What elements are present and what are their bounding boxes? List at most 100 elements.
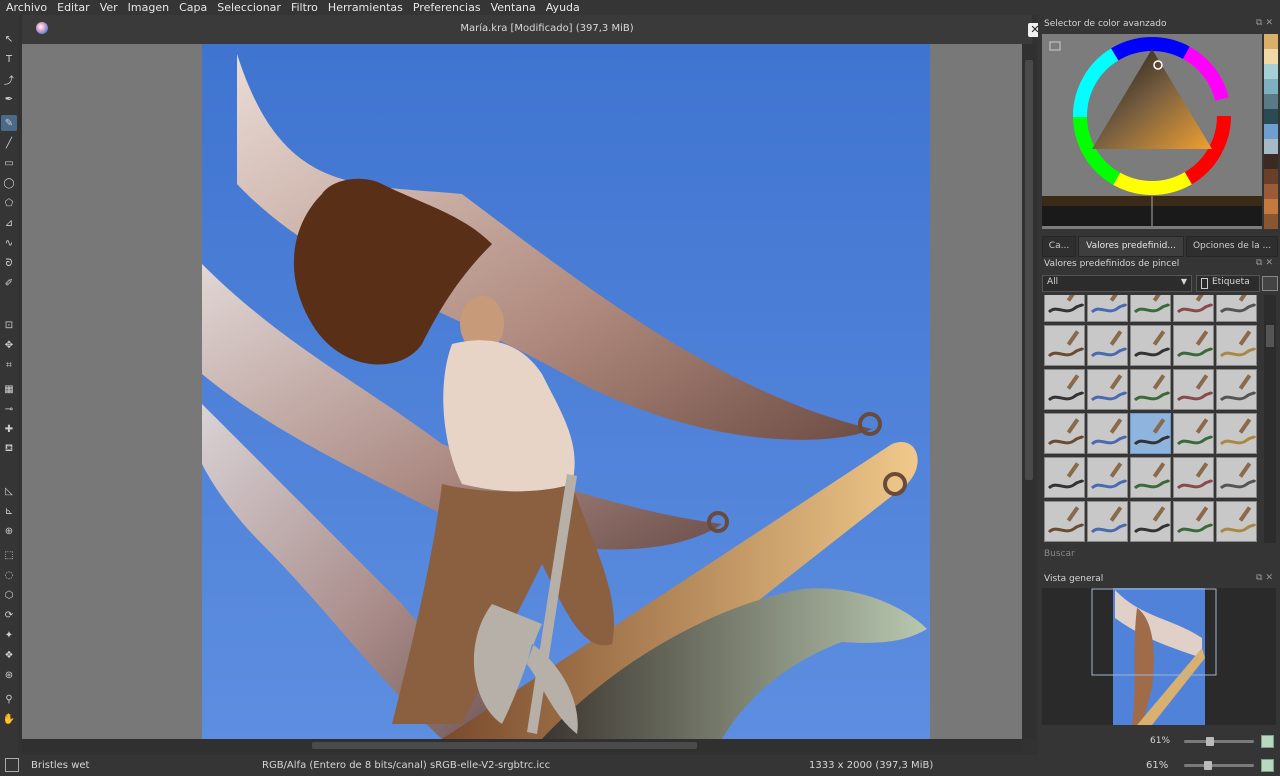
dock-tab-0[interactable]: Ca... bbox=[1042, 236, 1076, 257]
freehand-brush-icon[interactable]: ✎ bbox=[1, 115, 17, 131]
vertical-scrollbar[interactable] bbox=[1022, 44, 1036, 739]
vertical-scroll-thumb[interactable] bbox=[1025, 60, 1033, 480]
brush-preset[interactable] bbox=[1087, 413, 1128, 454]
color-swatch[interactable] bbox=[1264, 199, 1278, 214]
brush-preset[interactable] bbox=[1173, 501, 1214, 542]
bezier-select-icon[interactable]: ⊛ bbox=[1, 667, 17, 683]
brush-preset[interactable] bbox=[1130, 369, 1171, 410]
smart-patch-icon[interactable]: ✚ bbox=[1, 421, 17, 437]
canvas-area[interactable] bbox=[22, 44, 1022, 739]
panel-float-close-icons[interactable]: ⧉✕ bbox=[1256, 18, 1276, 28]
preset-view-settings-icon[interactable] bbox=[1262, 276, 1278, 291]
freehand-path-icon[interactable]: ᘐ bbox=[1, 255, 17, 271]
color-swatch[interactable] bbox=[1264, 49, 1278, 64]
transform-icon[interactable]: ⊡ bbox=[1, 317, 17, 333]
rectangle-icon[interactable]: ▭ bbox=[1, 155, 17, 171]
overview-panel-controls[interactable]: ⧉✕ bbox=[1256, 573, 1276, 583]
brush-preset[interactable] bbox=[1173, 295, 1214, 322]
pan-icon[interactable]: ✋ bbox=[1, 711, 17, 727]
color-swatch[interactable] bbox=[1264, 169, 1278, 184]
preset-scroll-thumb[interactable] bbox=[1266, 325, 1274, 347]
brush-preset[interactable] bbox=[1087, 295, 1128, 322]
polygon-select-icon[interactable]: ⬡ bbox=[1, 587, 17, 603]
line-icon[interactable]: ╱ bbox=[1, 135, 17, 151]
brush-preset[interactable] bbox=[1216, 325, 1257, 366]
color-swatch[interactable] bbox=[1264, 154, 1278, 169]
color-swatch[interactable] bbox=[1264, 109, 1278, 124]
brush-preset[interactable] bbox=[1044, 295, 1085, 322]
dynamic-brush-icon[interactable]: ✐ bbox=[1, 275, 17, 291]
preset-filter-dropdown[interactable]: All ▼ bbox=[1042, 275, 1192, 292]
crop-icon[interactable]: ⌗ bbox=[1, 357, 17, 373]
tag-dropdown[interactable]: Etiqueta bbox=[1196, 275, 1260, 292]
artwork-canvas[interactable] bbox=[22, 44, 1022, 739]
menu-editar[interactable]: Editar bbox=[52, 0, 95, 15]
polygon-icon[interactable]: ⬠ bbox=[1, 195, 17, 211]
zoom-slider[interactable] bbox=[1184, 761, 1254, 770]
dock-zoom-knob[interactable] bbox=[1206, 737, 1214, 746]
color-selector-area[interactable] bbox=[1042, 34, 1262, 229]
brush-preset[interactable] bbox=[1130, 501, 1171, 542]
brush-preset[interactable] bbox=[1130, 325, 1171, 366]
brush-preset[interactable] bbox=[1216, 457, 1257, 498]
polyline-icon[interactable]: ⊿ bbox=[1, 215, 17, 231]
menu-ventana[interactable]: Ventana bbox=[486, 0, 541, 15]
menu-archivo[interactable]: Archivo bbox=[0, 0, 52, 15]
brush-preset[interactable] bbox=[1216, 295, 1257, 322]
select-shapes-icon[interactable]: ↖ bbox=[1, 31, 17, 47]
brush-preset[interactable] bbox=[1173, 457, 1214, 498]
color-swatch[interactable] bbox=[1264, 64, 1278, 79]
dock-zoom-slider[interactable] bbox=[1184, 737, 1254, 746]
menu-ver[interactable]: Ver bbox=[95, 0, 123, 15]
horizontal-scroll-thumb[interactable] bbox=[312, 742, 697, 749]
color-wheel[interactable] bbox=[1042, 34, 1262, 229]
rotation-view-icon[interactable] bbox=[1261, 759, 1274, 772]
brush-preset[interactable] bbox=[1044, 369, 1085, 410]
menu-ayuda[interactable]: Ayuda bbox=[541, 0, 585, 15]
brush-preset[interactable] bbox=[1087, 325, 1128, 366]
dock-tab-1[interactable]: Valores predefinid... bbox=[1078, 236, 1184, 257]
color-swatch[interactable] bbox=[1264, 139, 1278, 154]
rect-select-icon[interactable]: ⬚ bbox=[1, 547, 17, 563]
color-swatch[interactable] bbox=[1264, 34, 1278, 49]
freehand-select-icon[interactable]: ⟳ bbox=[1, 607, 17, 623]
move-icon[interactable]: ✥ bbox=[1, 337, 17, 353]
horizontal-scrollbar[interactable] bbox=[22, 739, 1022, 752]
preset-search-field[interactable]: Buscar bbox=[1042, 547, 1276, 562]
measure-icon[interactable]: ⊾ bbox=[1, 503, 17, 519]
fill-icon[interactable]: ⛾ bbox=[1, 441, 17, 457]
brush-preset[interactable] bbox=[1216, 369, 1257, 410]
similar-select-icon[interactable]: ❖ bbox=[1, 647, 17, 663]
menu-capa[interactable]: Capa bbox=[174, 0, 212, 15]
menu-seleccionar[interactable]: Seleccionar bbox=[212, 0, 286, 15]
brush-preset[interactable] bbox=[1216, 501, 1257, 542]
assistant-icon[interactable]: ◺ bbox=[1, 483, 17, 499]
brush-preset[interactable] bbox=[1173, 369, 1214, 410]
brush-preset[interactable] bbox=[1044, 457, 1085, 498]
preset-scrollbar[interactable] bbox=[1264, 295, 1276, 543]
brush-preset[interactable] bbox=[1130, 457, 1171, 498]
brush-preset[interactable] bbox=[1130, 413, 1171, 454]
gradient-icon[interactable]: ▦ bbox=[1, 381, 17, 397]
color-history-swatches[interactable] bbox=[1264, 34, 1278, 229]
color-swatch[interactable] bbox=[1264, 94, 1278, 109]
zoom-slider-knob[interactable] bbox=[1204, 761, 1212, 770]
menu-herramientas[interactable]: Herramientas bbox=[323, 0, 408, 15]
brush-preset[interactable] bbox=[1173, 413, 1214, 454]
brush-preset[interactable] bbox=[1044, 325, 1085, 366]
bezier-icon[interactable]: ∿ bbox=[1, 235, 17, 251]
brush-preset[interactable] bbox=[1087, 369, 1128, 410]
brush-preset[interactable] bbox=[1130, 295, 1171, 322]
menu-preferencias[interactable]: Preferencias bbox=[408, 0, 486, 15]
ellipse-select-icon[interactable]: ◌ bbox=[1, 567, 17, 583]
dock-tab-2[interactable]: Opciones de la ... bbox=[1186, 236, 1278, 257]
brush-preset[interactable] bbox=[1087, 457, 1128, 498]
edit-shapes-icon[interactable]: ⤴ bbox=[1, 71, 17, 87]
reference-icon[interactable]: ⊕ bbox=[1, 523, 17, 539]
overview-panel[interactable] bbox=[1042, 588, 1276, 725]
color-swatch[interactable] bbox=[1264, 124, 1278, 139]
presets-panel-controls[interactable]: ⧉✕ bbox=[1256, 258, 1276, 268]
contiguous-select-icon[interactable]: ✦ bbox=[1, 627, 17, 643]
zoom-icon[interactable]: ⚲ bbox=[1, 691, 17, 707]
color-swatch[interactable] bbox=[1264, 184, 1278, 199]
